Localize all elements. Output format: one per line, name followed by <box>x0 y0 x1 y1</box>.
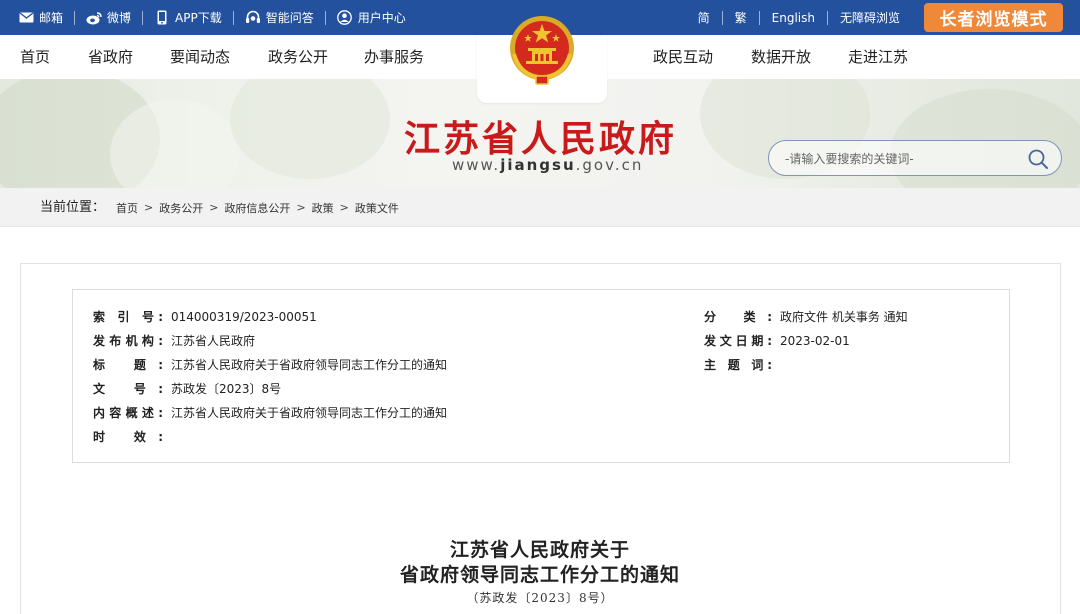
meta-row: 索 引 号: 014000319/2023-00051 <box>93 308 317 326</box>
divider <box>826 10 828 25</box>
meta-value: 014000319/2023-00051 <box>171 310 317 324</box>
meta-key: 文 号: <box>93 382 163 396</box>
meta-key: 内容概述: <box>93 406 163 420</box>
app-download-label: APP下载 <box>175 11 222 25</box>
meta-value: 江苏省人民政府关于省政府领导同志工作分工的通知 <box>171 406 448 420</box>
headset-icon <box>245 10 261 26</box>
meta-value: 政府文件 机关事务 通知 <box>780 310 908 324</box>
elder-mode-button[interactable]: 长者浏览模式 <box>924 3 1063 32</box>
lang-simplified[interactable]: 简 <box>698 9 710 26</box>
meta-row: 标 题: 江苏省人民政府关于省政府领导同志工作分工的通知 <box>93 356 447 374</box>
nav-government-affairs[interactable]: 政务公开 <box>268 35 328 79</box>
meta-key: 索 引 号: <box>93 310 163 324</box>
breadcrumb-policy-documents[interactable]: 政策文件 <box>355 200 399 216</box>
document-number: （苏政发〔2023〕8号） <box>466 591 614 605</box>
site-url-suffix: .gov.cn <box>575 156 644 174</box>
site-url-prefix: www. <box>452 156 501 174</box>
nav-interaction[interactable]: 政民互动 <box>653 35 713 79</box>
nav-provincial-government[interactable]: 省政府 <box>88 35 133 79</box>
divider <box>142 10 144 25</box>
accessibility-link[interactable]: 无障碍浏览 <box>840 9 900 26</box>
nav-open-data[interactable]: 数据开放 <box>751 35 811 79</box>
meta-row: 发布机构: 江苏省人民政府 <box>93 332 255 350</box>
lang-english[interactable]: English <box>772 11 815 25</box>
phone-icon <box>154 10 170 26</box>
meta-key: 标 题: <box>93 358 163 372</box>
meta-row: 内容概述: 江苏省人民政府关于省政府领导同志工作分工的通知 <box>93 404 447 422</box>
weibo-label: 微博 <box>107 11 132 25</box>
weibo-icon <box>86 10 102 26</box>
weibo-link[interactable]: 微博 <box>86 9 131 26</box>
divider <box>232 10 234 25</box>
breadcrumb-label: 当前位置： <box>40 200 106 215</box>
national-emblem-icon[interactable] <box>508 14 576 86</box>
smart-qa-link[interactable]: 智能问答 <box>245 9 314 26</box>
breadcrumb-trail: 首页 > 政务公开 > 政府信息公开 > 政策 > 政策文件 <box>116 188 399 227</box>
breadcrumb: 当前位置： 首页 > 政务公开 > 政府信息公开 > 政策 > 政策文件 <box>0 188 1080 227</box>
nav-about-jiangsu[interactable]: 走进江苏 <box>848 35 908 79</box>
meta-key: 分 类: <box>704 310 772 324</box>
mail-link[interactable]: 邮箱 <box>18 9 63 26</box>
divider <box>324 10 326 25</box>
breadcrumb-policy[interactable]: 政策 <box>312 200 334 216</box>
meta-key: 时 效: <box>93 430 163 444</box>
nav-services[interactable]: 办事服务 <box>364 35 424 79</box>
breadcrumb-info-disclosure[interactable]: 政府信息公开 <box>224 200 290 216</box>
user-icon <box>337 10 353 26</box>
meta-row: 主 题 词: <box>704 356 780 374</box>
meta-row: 时 效: <box>93 428 171 446</box>
mail-icon <box>18 10 34 26</box>
search-box <box>768 140 1062 176</box>
meta-row: 文 号: 苏政发〔2023〕8号 <box>93 380 281 398</box>
breadcrumb-arrow-icon: > <box>296 201 306 214</box>
meta-value: 2023-02-01 <box>780 334 850 348</box>
meta-key: 发文日期: <box>704 334 772 348</box>
app-download-link[interactable]: APP下载 <box>154 9 222 26</box>
divider <box>758 10 760 25</box>
language-links: 简 繁 English 无障碍浏览 <box>698 0 900 35</box>
meta-value: 江苏省人民政府关于省政府领导同志工作分工的通知 <box>171 358 448 372</box>
document-title-line2: 省政府领导同志工作分工的通知 <box>399 564 680 586</box>
divider <box>721 10 723 25</box>
banner-decoration <box>230 79 390 179</box>
user-center-label: 用户中心 <box>357 11 406 25</box>
document-title-line1: 江苏省人民政府关于 <box>449 539 630 561</box>
site-url: www.jiangsu.gov.cn <box>452 156 643 174</box>
breadcrumb-arrow-icon: > <box>209 201 219 214</box>
mail-label: 邮箱 <box>39 11 64 25</box>
document-metadata: 索 引 号: 014000319/2023-00051 发布机构: 江苏省人民政府 … <box>72 289 1010 463</box>
site-title[interactable]: 江苏省人民政府 <box>404 110 677 162</box>
lang-traditional[interactable]: 繁 <box>735 9 747 26</box>
meta-key: 发布机构: <box>93 334 163 348</box>
top-links: 邮箱 微博 APP下载 智能问答 用户中心 <box>18 0 406 35</box>
meta-value: 江苏省人民政府 <box>171 334 256 348</box>
user-center-link[interactable]: 用户中心 <box>337 9 406 26</box>
meta-value: 苏政发〔2023〕8号 <box>171 382 282 396</box>
breadcrumb-home[interactable]: 首页 <box>116 200 138 216</box>
search-input[interactable] <box>785 149 1025 169</box>
meta-row: 分 类: 政府文件 机关事务 通知 <box>704 308 908 326</box>
search-icon[interactable] <box>1027 148 1049 170</box>
divider <box>74 10 76 25</box>
nav-news[interactable]: 要闻动态 <box>170 35 230 79</box>
breadcrumb-arrow-icon: > <box>339 201 349 214</box>
meta-row: 发文日期: 2023-02-01 <box>704 332 850 350</box>
smart-qa-label: 智能问答 <box>265 11 314 25</box>
breadcrumb-government-affairs[interactable]: 政务公开 <box>159 200 203 216</box>
meta-key: 主 题 词: <box>704 358 772 372</box>
nav-home[interactable]: 首页 <box>20 35 50 79</box>
breadcrumb-arrow-icon: > <box>144 201 154 214</box>
site-url-domain: jiangsu <box>500 156 576 174</box>
